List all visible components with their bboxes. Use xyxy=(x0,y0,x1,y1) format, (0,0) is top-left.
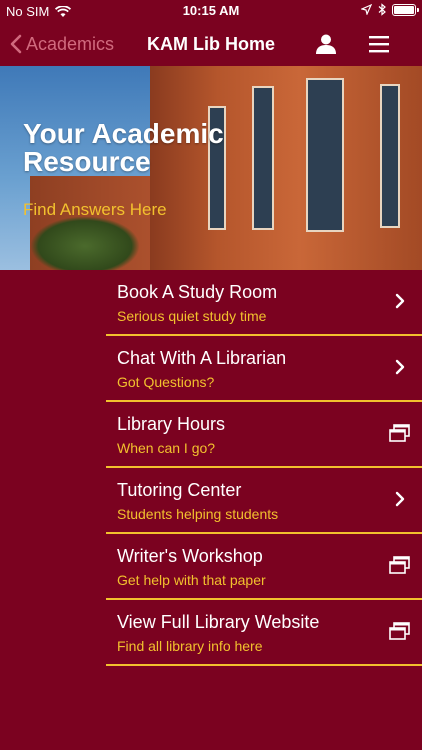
menu-item-subtitle: Serious quiet study time xyxy=(117,308,267,324)
chevron-left-icon xyxy=(10,34,22,54)
menu-item-writers-workshop[interactable]: Writer's Workshop Get help with that pap… xyxy=(106,534,422,600)
menu-list: Book A Study Room Serious quiet study ti… xyxy=(106,270,422,666)
bluetooth-icon xyxy=(378,3,386,16)
hero-title: Your Academic Resource xyxy=(23,118,224,177)
back-button[interactable]: Academics xyxy=(10,22,114,66)
external-window-icon xyxy=(389,424,410,442)
menu-item-label: Book A Study Room xyxy=(117,282,278,302)
menu-item-tutoring-center[interactable]: Tutoring Center Students helping student… xyxy=(106,468,422,534)
menu-item-subtitle: Get help with that paper xyxy=(117,572,266,588)
menu-item-subtitle: When can I go? xyxy=(117,440,216,456)
hero-tree xyxy=(30,216,140,270)
external-window-icon xyxy=(389,556,410,574)
chevron-right-icon xyxy=(395,359,405,375)
hero-subtitle-link[interactable]: Find Answers Here xyxy=(23,200,167,220)
user-profile-icon[interactable] xyxy=(314,32,338,56)
menu-item-label: Chat With A Librarian xyxy=(117,348,287,368)
menu-item-subtitle: Got Questions? xyxy=(117,374,215,390)
menu-item-label: View Full Library Website xyxy=(117,612,320,632)
menu-item-full-library-website[interactable]: View Full Library Website Find all libra… xyxy=(106,600,422,666)
menu-item-label: Writer's Workshop xyxy=(117,546,263,566)
menu-item-chat-librarian[interactable]: Chat With A Librarian Got Questions? xyxy=(106,336,422,402)
back-label: Academics xyxy=(26,33,115,54)
chevron-right-icon xyxy=(395,491,405,507)
menu-item-library-hours[interactable]: Library Hours When can I go? xyxy=(106,402,422,468)
menu-item-subtitle: Students helping students xyxy=(117,506,279,522)
menu-item-subtitle: Find all library info here xyxy=(117,638,263,654)
hamburger-menu-icon[interactable] xyxy=(367,32,391,56)
location-arrow-icon xyxy=(361,4,372,15)
status-time: 10:15 AM xyxy=(182,3,240,18)
menu-item-book-study-room[interactable]: Book A Study Room Serious quiet study ti… xyxy=(106,270,422,336)
menu-item-label: Tutoring Center xyxy=(117,480,242,500)
battery-icon xyxy=(392,3,419,16)
hero-banner: Your Academic Resource Find Answers Here xyxy=(0,66,422,270)
menu-item-label: Library Hours xyxy=(117,414,226,434)
navigation-bar: Academics KAM Lib Home xyxy=(0,22,422,66)
external-window-icon xyxy=(389,622,410,640)
chevron-right-icon xyxy=(395,293,405,309)
status-bar: No SIM 10:15 AM xyxy=(0,0,422,22)
